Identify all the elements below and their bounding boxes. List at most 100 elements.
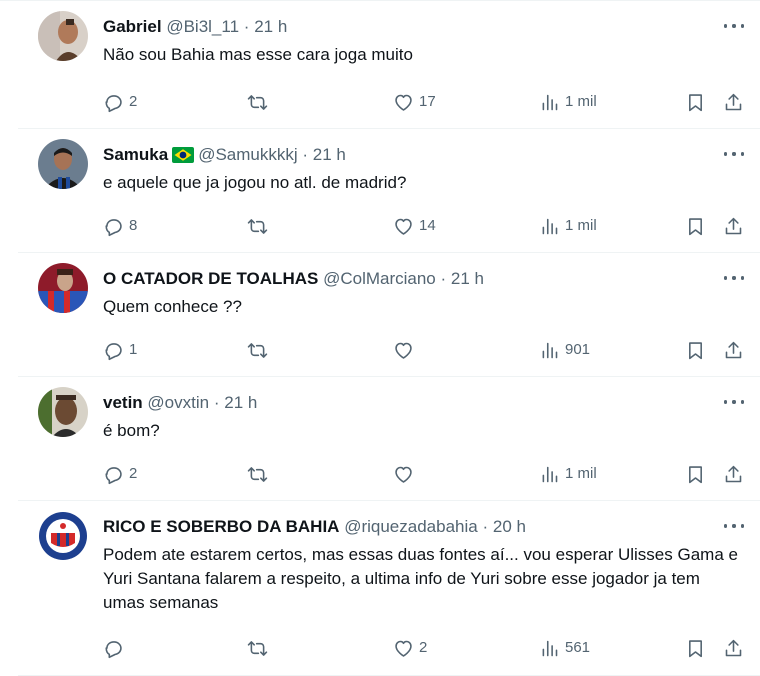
user-handle[interactable]: @riquezadabahia bbox=[344, 517, 478, 536]
reply-icon bbox=[105, 640, 122, 658]
like-button[interactable] bbox=[393, 338, 419, 362]
more-dots-icon[interactable] bbox=[724, 271, 744, 285]
more-dots-icon[interactable] bbox=[724, 19, 744, 33]
reply-post[interactable]: RICO E SOBERBO DA BAHIA @riquezadabahia … bbox=[18, 501, 760, 676]
reply-post[interactable]: Samuka @Samukkkkj · 21 h e aquele que ja … bbox=[18, 129, 760, 253]
reply-header: vetin @ovxtin · 21 h bbox=[103, 391, 257, 415]
reply-header: O CATADOR DE TOALHAS @ColMarciano · 21 h bbox=[103, 267, 484, 291]
retweet-button[interactable] bbox=[247, 462, 273, 486]
retweet-icon bbox=[247, 640, 268, 656]
timestamp[interactable]: 21 h bbox=[224, 393, 257, 412]
avatar-image bbox=[38, 387, 88, 437]
separator-dot: · bbox=[213, 393, 220, 412]
avatar[interactable] bbox=[38, 387, 88, 437]
views-button[interactable]: 1 mil bbox=[539, 462, 597, 486]
reply-button[interactable]: 2 bbox=[103, 90, 137, 114]
user-handle[interactable]: @ovxtin bbox=[147, 393, 209, 412]
view-count: 561 bbox=[565, 639, 591, 656]
reply-button[interactable]: 8 bbox=[103, 214, 137, 238]
like-heart-icon bbox=[395, 94, 412, 111]
more-dots-icon[interactable] bbox=[724, 519, 744, 533]
bookmark-button[interactable] bbox=[685, 338, 706, 362]
bookmark-button[interactable] bbox=[685, 636, 706, 660]
user-handle[interactable]: @Bi3l_11 bbox=[166, 17, 239, 36]
share-button[interactable] bbox=[723, 636, 744, 660]
reply-icon bbox=[105, 466, 122, 484]
bookmark-button[interactable] bbox=[685, 214, 706, 238]
avatar-image bbox=[38, 511, 88, 561]
view-count: 1 mil bbox=[565, 93, 597, 110]
share-button[interactable] bbox=[723, 462, 744, 486]
reply-button[interactable] bbox=[103, 636, 129, 660]
avatar[interactable] bbox=[38, 11, 88, 61]
user-handle[interactable]: @Samukkkkj bbox=[198, 145, 297, 164]
retweet-icon bbox=[247, 218, 268, 234]
reply-icon bbox=[105, 342, 122, 360]
bookmark-icon bbox=[689, 341, 702, 359]
retweet-icon bbox=[247, 342, 268, 358]
share-button[interactable] bbox=[723, 214, 744, 238]
retweet-button[interactable] bbox=[247, 214, 273, 238]
views-button[interactable]: 1 mil bbox=[539, 214, 597, 238]
timestamp[interactable]: 21 h bbox=[254, 17, 287, 36]
like-heart-icon bbox=[395, 342, 412, 359]
retweet-button[interactable] bbox=[247, 636, 273, 660]
bookmark-button[interactable] bbox=[685, 462, 706, 486]
retweet-button[interactable] bbox=[247, 90, 273, 114]
avatar-image bbox=[38, 139, 88, 189]
share-button[interactable] bbox=[723, 338, 744, 362]
display-name[interactable]: Samuka bbox=[103, 145, 168, 164]
like-count: 17 bbox=[419, 93, 436, 110]
reply-post[interactable]: Gabriel @Bi3l_11 · 21 h Não sou Bahia ma… bbox=[18, 1, 760, 129]
avatar[interactable] bbox=[38, 139, 88, 189]
share-button[interactable] bbox=[723, 90, 744, 114]
timestamp[interactable]: 20 h bbox=[493, 517, 526, 536]
reply-header: Gabriel @Bi3l_11 · 21 h bbox=[103, 15, 287, 39]
reply-count: 2 bbox=[129, 465, 138, 482]
avatar[interactable] bbox=[38, 263, 88, 313]
reply-header: Samuka @Samukkkkj · 21 h bbox=[103, 143, 346, 167]
display-name[interactable]: Gabriel bbox=[103, 17, 162, 36]
reply-count: 2 bbox=[129, 93, 138, 110]
view-count: 1 mil bbox=[565, 465, 597, 482]
brazil-flag-icon bbox=[172, 147, 195, 163]
views-button[interactable]: 561 bbox=[539, 636, 590, 660]
bookmark-icon bbox=[689, 465, 702, 483]
reply-text: Podem ate estarem certos, mas essas duas… bbox=[103, 545, 738, 612]
action-bar: 2 1 mil bbox=[103, 462, 743, 486]
bookmark-icon bbox=[689, 639, 702, 657]
reply-icon bbox=[105, 94, 122, 112]
more-dots-icon[interactable] bbox=[724, 395, 744, 409]
reply-icon bbox=[105, 218, 122, 236]
share-icon bbox=[725, 217, 742, 234]
avatar[interactable] bbox=[38, 511, 88, 561]
views-chart-icon bbox=[542, 466, 558, 482]
reply-button[interactable]: 1 bbox=[103, 338, 137, 362]
reply-button[interactable]: 2 bbox=[103, 462, 137, 486]
action-bar: 2 17 1 mil bbox=[103, 90, 743, 114]
more-dots-icon[interactable] bbox=[724, 147, 744, 161]
bookmark-icon bbox=[689, 217, 702, 235]
views-button[interactable]: 1 mil bbox=[539, 90, 597, 114]
display-name[interactable]: O CATADOR DE TOALHAS bbox=[103, 269, 318, 288]
like-button[interactable]: 17 bbox=[393, 90, 436, 114]
reply-post[interactable]: vetin @ovxtin · 21 h é bom? 2 1 mil bbox=[18, 377, 760, 501]
avatar-image bbox=[38, 11, 88, 61]
timestamp[interactable]: 21 h bbox=[451, 269, 484, 288]
retweet-button[interactable] bbox=[247, 338, 273, 362]
display-name[interactable]: RICO E SOBERBO DA BAHIA bbox=[103, 517, 339, 536]
timestamp[interactable]: 21 h bbox=[313, 145, 346, 164]
bookmark-button[interactable] bbox=[685, 90, 706, 114]
display-name[interactable]: vetin bbox=[103, 393, 143, 412]
user-handle[interactable]: @ColMarciano bbox=[323, 269, 436, 288]
share-icon bbox=[725, 93, 742, 110]
retweet-icon bbox=[247, 94, 268, 110]
like-button[interactable]: 14 bbox=[393, 214, 436, 238]
view-count: 901 bbox=[565, 341, 591, 358]
views-button[interactable]: 901 bbox=[539, 338, 590, 362]
bookmark-icon bbox=[689, 93, 702, 111]
reply-post[interactable]: O CATADOR DE TOALHAS @ColMarciano · 21 h… bbox=[18, 253, 760, 377]
like-button[interactable] bbox=[393, 462, 419, 486]
views-chart-icon bbox=[542, 94, 558, 110]
like-button[interactable]: 2 bbox=[393, 636, 427, 660]
